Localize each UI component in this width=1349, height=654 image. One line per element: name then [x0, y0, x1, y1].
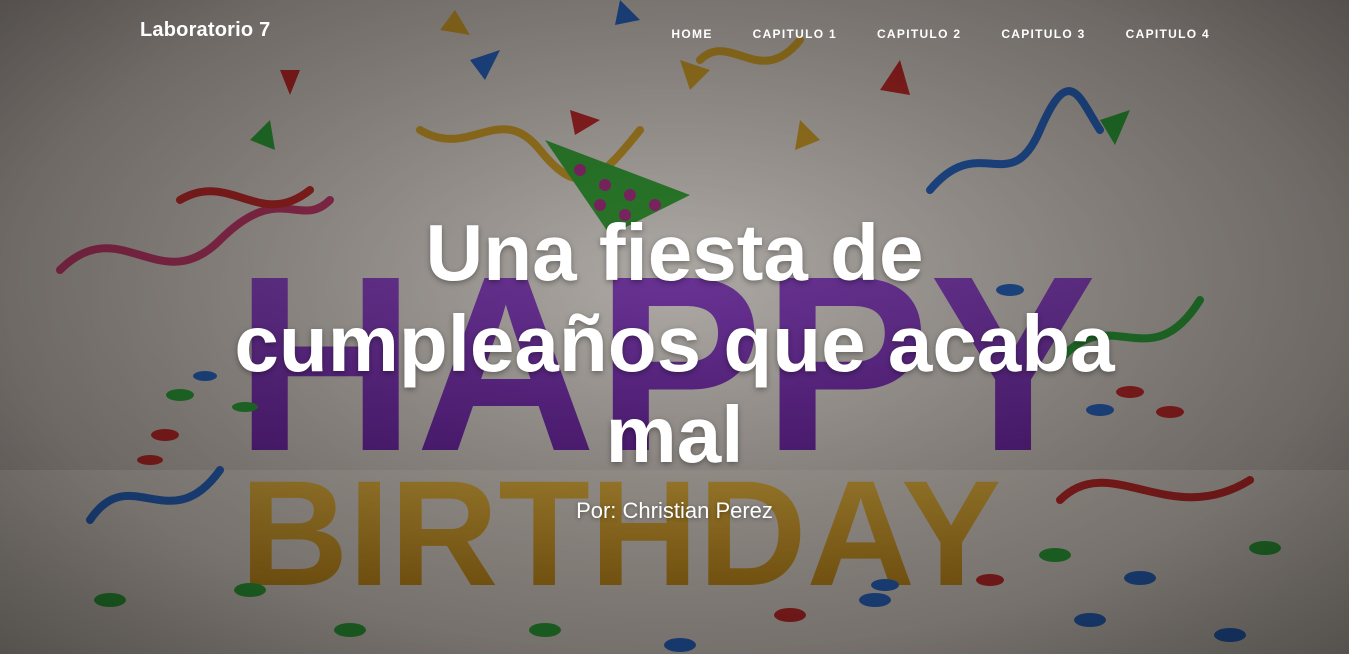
nav-item-capitulo-2: CAPITULO 2: [877, 25, 961, 43]
nav-link-home[interactable]: HOME: [671, 27, 712, 41]
author-subtitle: Por: Christian Perez: [576, 498, 773, 523]
nav-link-capitulo-2[interactable]: CAPITULO 2: [877, 27, 961, 41]
nav-item-capitulo-1: CAPITULO 1: [753, 25, 837, 43]
page-title: Una fiesta de cumpleaños que acaba mal: [234, 208, 1115, 479]
nav-links: HOME CAPITULO 1 CAPITULO 2 CAPITULO 3 CA…: [671, 25, 1210, 43]
nav-item-capitulo-3: CAPITULO 3: [1001, 25, 1085, 43]
nav-item-capitulo-4: CAPITULO 4: [1126, 25, 1210, 43]
nav-link-capitulo-3[interactable]: CAPITULO 3: [1001, 27, 1085, 41]
nav-link-capitulo-4[interactable]: CAPITULO 4: [1126, 27, 1210, 41]
nav-item-home: HOME: [671, 25, 712, 43]
main-navbar: Laboratorio 7 HOME CAPITULO 1 CAPITULO 2…: [0, 0, 1349, 64]
masthead: HAPPY BIRTHDAY: [0, 0, 1349, 654]
nav-link-capitulo-1[interactable]: CAPITULO 1: [753, 27, 837, 41]
brand-link[interactable]: Laboratorio 7: [140, 19, 270, 42]
